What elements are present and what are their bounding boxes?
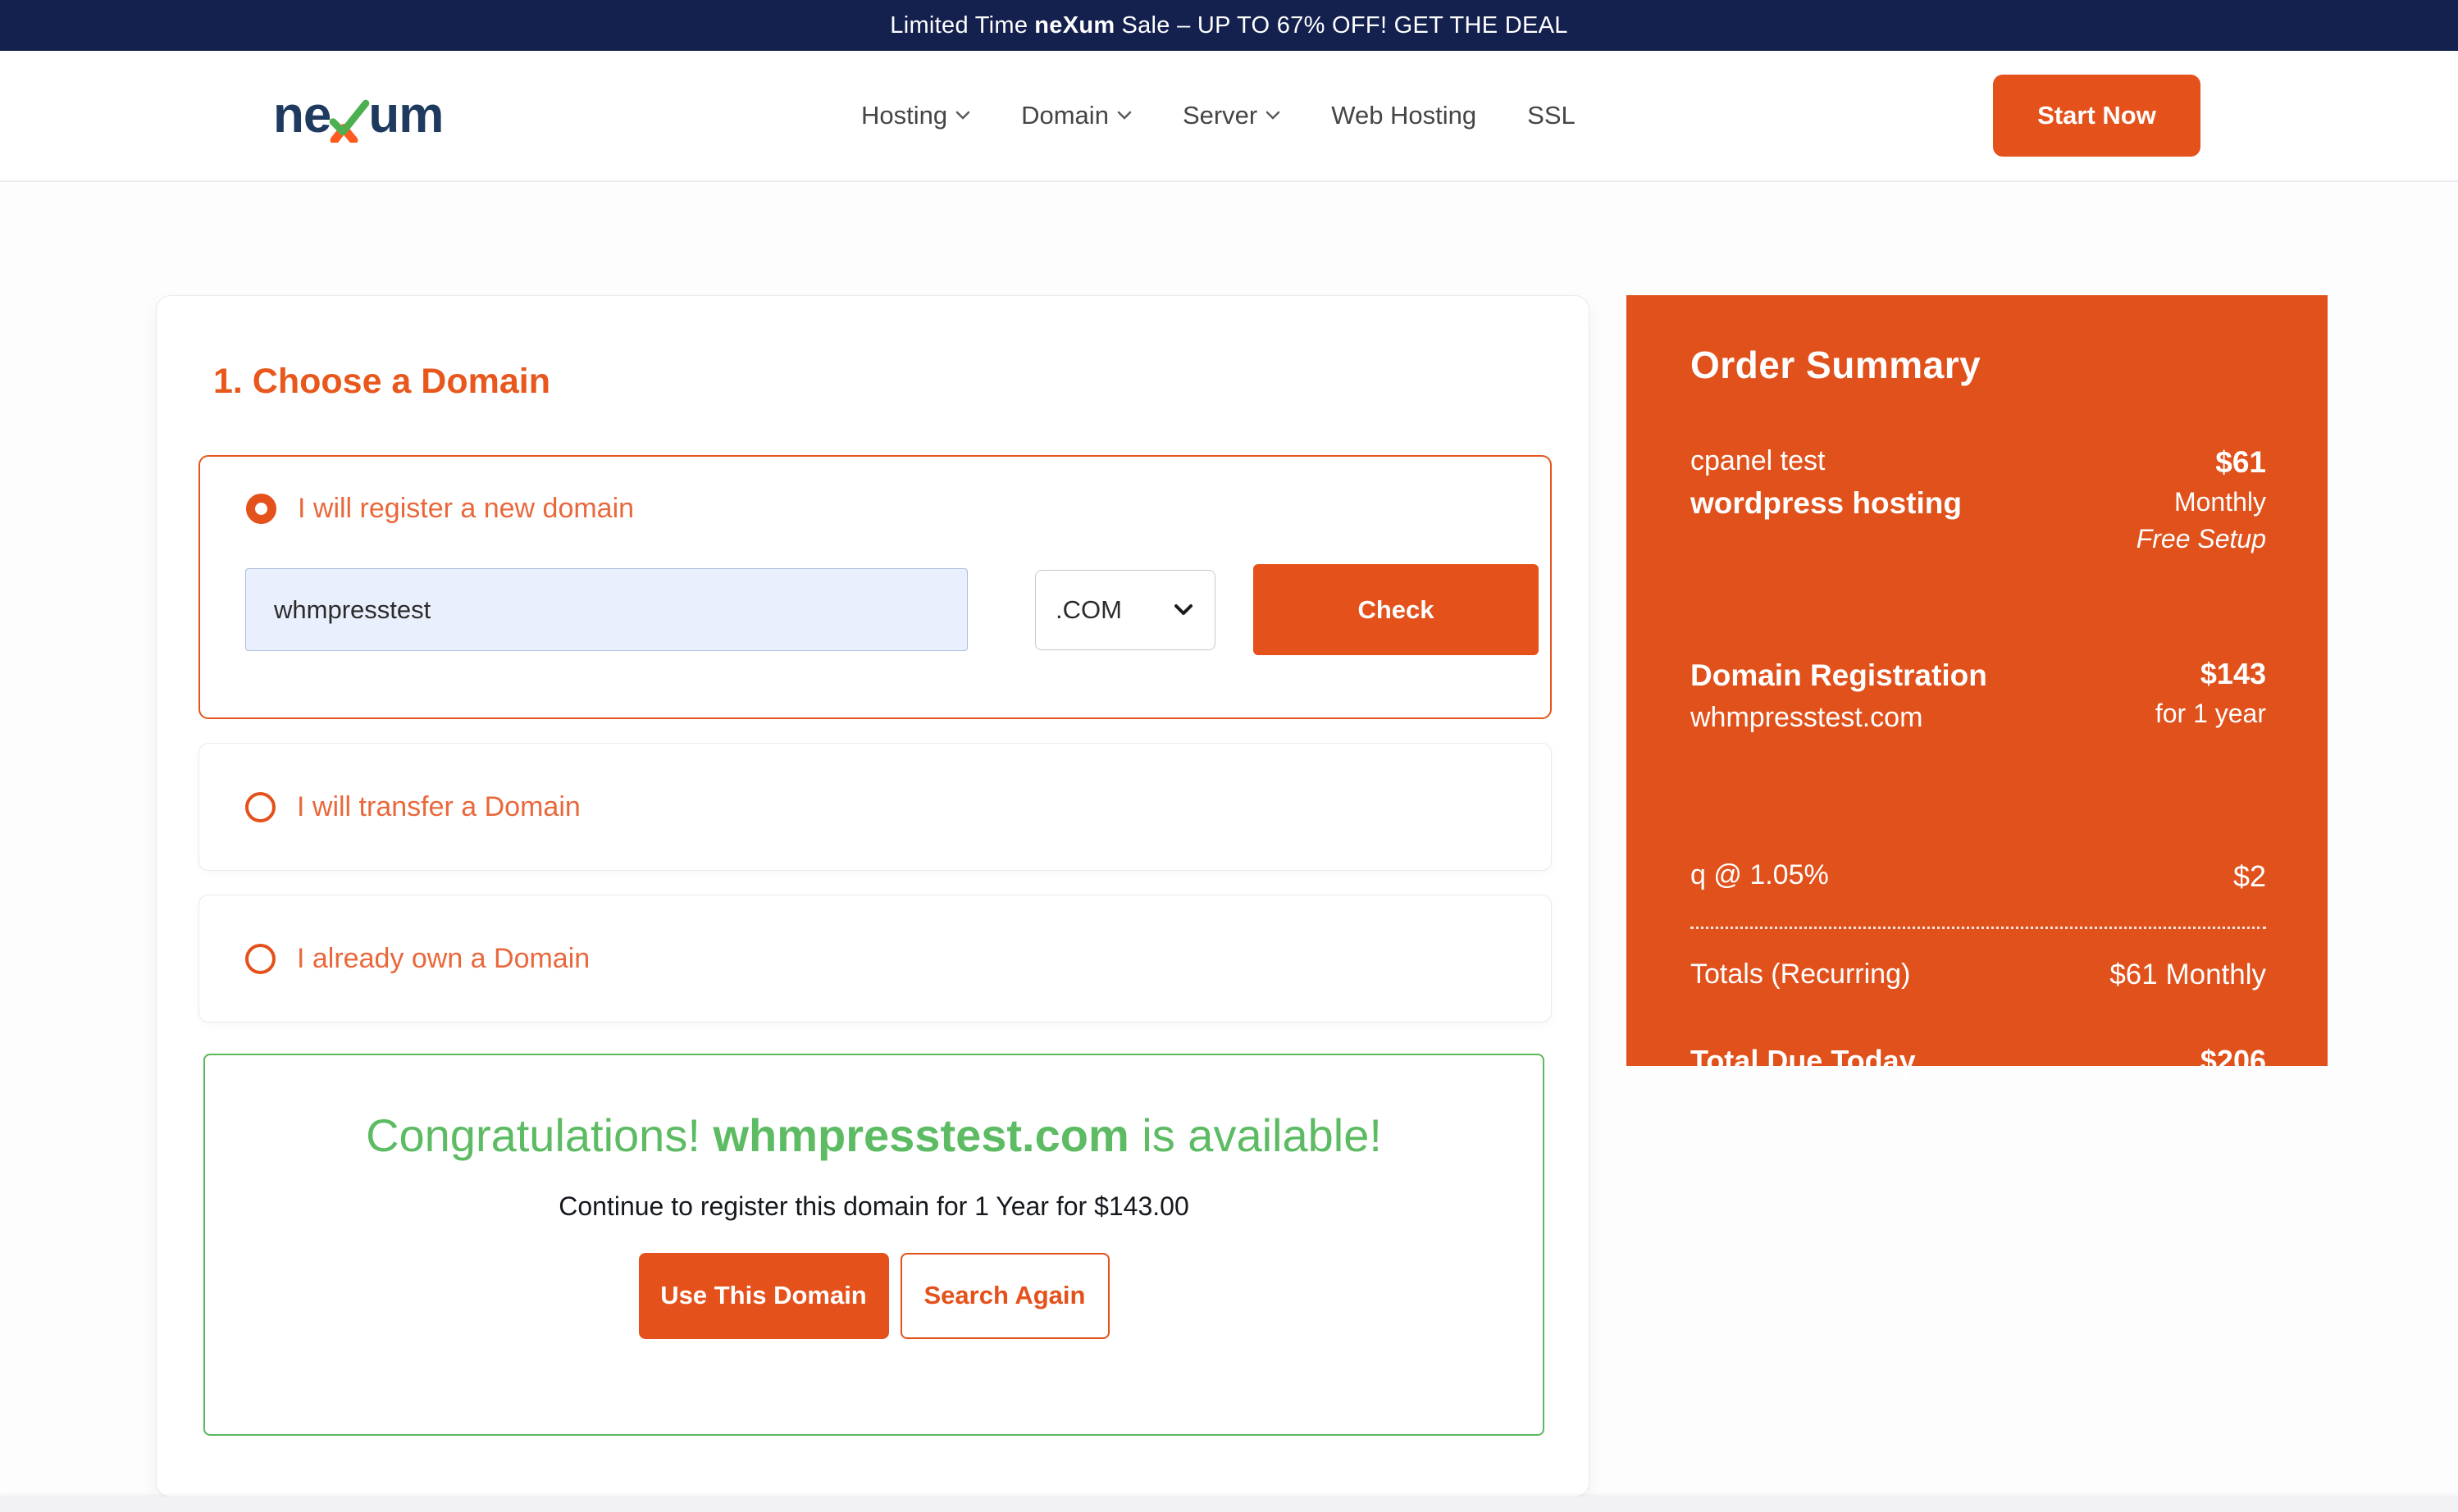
logo-text-right: um	[368, 90, 443, 141]
item-name-line1: Domain Registration	[1690, 654, 1987, 698]
chevron-down-icon	[1117, 111, 1132, 121]
nav-label: Web Hosting	[1331, 101, 1476, 130]
summary-item-domain-registration: Domain Registration whmpresstest.com $14…	[1690, 654, 2266, 738]
option-register-new-domain[interactable]: I will register a new domain	[246, 493, 634, 525]
nav-label: Hosting	[861, 101, 947, 130]
domain-name-input[interactable]	[245, 568, 968, 651]
step-title: 1. Choose a Domain	[213, 362, 550, 402]
footer-strip	[0, 1496, 2458, 1512]
nexum-logo[interactable]: ne um	[273, 90, 443, 141]
item-price: $61	[2136, 441, 2266, 484]
availability-buttons: Use This Domain Search Again	[205, 1253, 1543, 1339]
totals-recurring-label: Totals (Recurring)	[1690, 959, 1910, 991]
tld-select[interactable]: .COM	[1035, 570, 1215, 650]
sale-banner-suffix: Sale – UP TO 67% OFF! GET THE DEAL	[1121, 12, 1567, 39]
total-due-amount: $206	[2200, 1044, 2266, 1078]
totals-recurring-amount: $61 Monthly	[2109, 959, 2266, 991]
option-transfer-domain[interactable]: I will transfer a Domain	[198, 743, 1552, 871]
tax-amount: $2	[2233, 859, 2266, 894]
item-term: for 1 year	[2155, 695, 2266, 732]
sale-banner[interactable]: Limited Time neXum Sale – UP TO 67% OFF!…	[0, 0, 2458, 51]
logo-text-left: ne	[273, 90, 331, 141]
item-note: Free Setup	[2136, 521, 2266, 558]
summary-total-due-row: Total Due Today $206	[1690, 1044, 2266, 1078]
availability-heading-prefix: Congratulations!	[366, 1109, 713, 1161]
domain-search-row: .COM Check	[245, 564, 1539, 655]
chevron-down-icon	[955, 111, 970, 121]
availability-heading-suffix: is available!	[1129, 1109, 1382, 1161]
available-domain-name: whmpresstest.com	[713, 1109, 1129, 1161]
use-this-domain-button[interactable]: Use This Domain	[639, 1253, 889, 1339]
choose-domain-card: 1. Choose a Domain I will register a new…	[156, 295, 1589, 1497]
tax-label: q @ 1.05%	[1690, 859, 1829, 894]
total-due-label: Total Due Today	[1690, 1044, 1916, 1078]
radio-unselected-icon[interactable]	[245, 944, 276, 974]
logo-check-x-icon	[328, 97, 371, 143]
nav-label: Domain	[1021, 101, 1109, 130]
select-chevron-icon	[1174, 603, 1193, 616]
order-summary-panel: Order Summary cpanel test wordpress host…	[1626, 295, 2328, 1066]
nav-label: Server	[1183, 101, 1257, 130]
main-nav: Hosting Domain Server Web Hosting SSL	[861, 51, 1576, 180]
option-label: I already own a Domain	[297, 943, 590, 975]
option-label: I will register a new domain	[298, 493, 634, 525]
nav-item-server[interactable]: Server	[1183, 101, 1280, 130]
radio-unselected-icon[interactable]	[245, 792, 276, 822]
summary-divider	[1690, 927, 2266, 929]
tld-selected-value: .COM	[1056, 595, 1122, 625]
search-again-button[interactable]: Search Again	[901, 1253, 1110, 1339]
nav-item-domain[interactable]: Domain	[1021, 101, 1132, 130]
nav-label: SSL	[1527, 101, 1576, 130]
nav-item-ssl[interactable]: SSL	[1527, 101, 1576, 130]
availability-result-box: Congratulations! whmpresstest.com is ava…	[203, 1054, 1544, 1436]
item-name-line2: wordpress hosting	[1690, 481, 1962, 526]
order-summary-title: Order Summary	[1690, 343, 2266, 387]
option-own-domain[interactable]: I already own a Domain	[198, 895, 1552, 1022]
sale-banner-prefix: Limited Time	[890, 12, 1028, 39]
page-body: 1. Choose a Domain I will register a new…	[0, 184, 2458, 1512]
sale-banner-brand: neXum	[1034, 12, 1115, 39]
item-price: $143	[2155, 654, 2266, 695]
item-name-line2: whmpresstest.com	[1690, 698, 1987, 738]
chevron-down-icon	[1265, 111, 1280, 121]
site-header: ne um Hosting Domain Server Web Hosting …	[0, 51, 2458, 182]
summary-totals-recurring-row: Totals (Recurring) $61 Monthly	[1690, 959, 2266, 991]
summary-tax-row: q @ 1.05% $2	[1690, 859, 2266, 894]
radio-selected-icon[interactable]	[246, 494, 276, 524]
availability-heading: Congratulations! whmpresstest.com is ava…	[341, 1103, 1407, 1168]
nav-item-web-hosting[interactable]: Web Hosting	[1331, 101, 1476, 130]
check-availability-button[interactable]: Check	[1253, 564, 1539, 655]
nav-item-hosting[interactable]: Hosting	[861, 101, 970, 130]
item-term: Monthly	[2136, 484, 2266, 521]
option-label: I will transfer a Domain	[297, 791, 581, 823]
register-new-domain-section: I will register a new domain .COM Check	[198, 455, 1552, 719]
item-name-line1: cpanel test	[1690, 441, 1962, 481]
start-now-button[interactable]: Start Now	[1993, 75, 2200, 157]
availability-subtext: Continue to register this domain for 1 Y…	[205, 1191, 1543, 1222]
summary-item-hosting: cpanel test wordpress hosting $61 Monthl…	[1690, 441, 2266, 557]
